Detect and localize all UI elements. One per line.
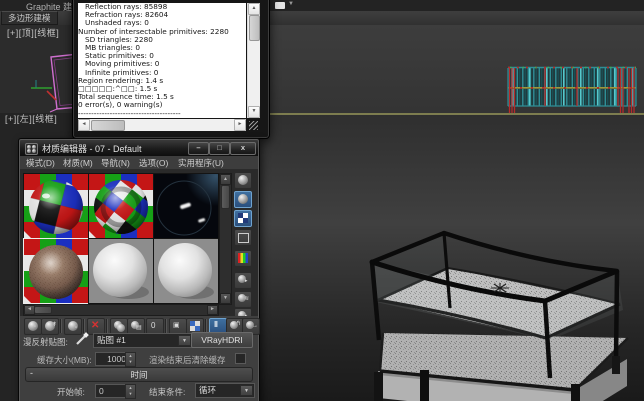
display-case-model	[369, 230, 629, 401]
scroll-thumb[interactable]	[34, 306, 52, 314]
material-type-button[interactable]: VRayHDRI	[191, 332, 253, 348]
time-rollout-title: 时间	[130, 370, 148, 380]
material-slot-3[interactable]	[153, 173, 219, 239]
map-name-dropdown[interactable]: 贴图 #1 ▼	[93, 333, 193, 348]
put-material-to-scene-icon[interactable]: ↟	[41, 318, 59, 335]
start-frame-label: 开始帧:	[57, 387, 85, 397]
clear-cache-checkbox[interactable]	[235, 353, 246, 364]
time-rollout-header[interactable]: - 时间	[25, 367, 253, 382]
material-editor-menubar: 模式(D) 材质(M) 导航(N) 选项(O) 实用程序(U)	[20, 156, 258, 170]
hot-material-corner	[24, 296, 31, 303]
menu-navigate[interactable]: 导航(N)	[101, 157, 130, 169]
hot-material-corner	[24, 231, 31, 238]
resize-grip[interactable]	[249, 121, 258, 130]
scroll-thumb[interactable]	[221, 185, 230, 209]
minimize-button[interactable]: –	[188, 142, 209, 155]
backlight-icon[interactable]	[234, 191, 252, 208]
slots-vertical-scrollbar[interactable]: ▲ ▼	[219, 173, 232, 305]
chevron-down-icon[interactable]: ▼	[178, 335, 191, 346]
tab-polygon-modeling[interactable]: 多边形建模	[1, 11, 58, 25]
viewport-divider[interactable]	[253, 113, 644, 115]
scroll-right-icon[interactable]: ►	[207, 305, 218, 315]
material-slot-5[interactable]	[88, 238, 154, 304]
end-condition-label: 结束条件:	[149, 387, 186, 397]
close-button[interactable]: x	[230, 142, 256, 155]
ribbon-collapse-icon[interactable]	[275, 2, 285, 9]
clear-cache-label: 渲染结束后清除缓存	[149, 355, 226, 365]
scroll-up-icon[interactable]: ▲	[248, 3, 260, 15]
map-name: 贴图 #1	[97, 335, 126, 345]
end-condition-dropdown[interactable]: 循环 ▼	[195, 383, 255, 398]
material-editor-window: 材质编辑器 - 07 - Default – □ x 模式(D) 材质(M) 导…	[18, 138, 260, 401]
cache-size-spinner[interactable]: ▲ ▼	[125, 352, 136, 367]
menu-utilities[interactable]: 实用程序(U)	[178, 157, 224, 169]
scroll-thumb[interactable]	[249, 15, 260, 41]
maximize-button[interactable]: □	[209, 142, 230, 155]
sample-slot-area: ▲ ▼ ◄ ► ▸ ≋ ↖ ⋮≡	[20, 170, 258, 342]
material-slot-2[interactable]	[88, 173, 154, 239]
make-preview-icon[interactable]: ▸	[234, 272, 252, 289]
material-editor-icon	[25, 143, 38, 155]
desktop: Graphite 建模工具 ▼ 多边形建模 [+][顶][线框] [+][左][…	[0, 0, 644, 401]
stats-horizontal-scrollbar[interactable]: ◄ ►	[78, 119, 246, 131]
menu-options[interactable]: 选项(O)	[139, 157, 168, 169]
viewport-front[interactable]	[253, 25, 644, 113]
material-slot-4-selected[interactable]	[23, 238, 89, 304]
end-condition-value: 循环	[199, 385, 217, 395]
material-editor-titlebar[interactable]: 材质编辑器 - 07 - Default – □ x	[20, 140, 258, 156]
scroll-up-icon[interactable]: ▲	[220, 174, 231, 185]
viewport-perspective[interactable]	[253, 115, 644, 401]
scroll-left-icon[interactable]: ◄	[78, 119, 90, 131]
hot-material-corner	[89, 231, 96, 238]
material-slot-1[interactable]	[23, 173, 89, 239]
slots-horizontal-scrollbar[interactable]: ◄ ►	[23, 304, 219, 316]
get-material-icon[interactable]: ◦	[24, 318, 42, 335]
sample-type-icon[interactable]	[234, 172, 252, 189]
stats-vertical-scrollbar[interactable]: ▲ ▼	[247, 3, 260, 118]
viewport-left-label[interactable]: [+][左][线框]	[5, 112, 57, 125]
menu-mode[interactable]: 模式(D)	[26, 157, 55, 169]
material-slot-6[interactable]	[153, 238, 219, 304]
window-title: 材质编辑器 - 07 - Default	[42, 144, 142, 154]
cache-size-label: 缓存大小(MB):	[37, 355, 92, 365]
chevron-down-icon[interactable]: ▼	[288, 1, 294, 7]
render-stats-log: Reflection rays: 85898 Refraction rays: …	[78, 3, 246, 118]
map-label: 漫反射贴图:	[23, 337, 68, 347]
video-color-check-icon[interactable]	[234, 250, 252, 267]
scroll-thumb[interactable]	[91, 120, 125, 131]
sample-uv-tiling-icon[interactable]	[234, 229, 252, 246]
scroll-down-icon[interactable]: ▼	[248, 106, 260, 118]
menu-material[interactable]: 材质(M)	[63, 157, 93, 169]
chevron-down-icon[interactable]: ▼	[240, 385, 253, 396]
options-icon[interactable]: ≋	[234, 291, 252, 308]
pick-material-eyedropper-icon[interactable]	[75, 332, 89, 346]
background-icon[interactable]	[234, 210, 252, 227]
start-frame-spinner[interactable]: ▲ ▼	[125, 384, 136, 399]
stat-line: ---------------------------------------	[78, 108, 181, 118]
front-view-wireframe	[507, 66, 637, 113]
scroll-down-icon[interactable]: ▼	[220, 293, 231, 304]
render-stats-window: Reflection rays: 85898 Refraction rays: …	[72, 0, 270, 139]
scroll-right-icon[interactable]: ►	[234, 119, 246, 131]
